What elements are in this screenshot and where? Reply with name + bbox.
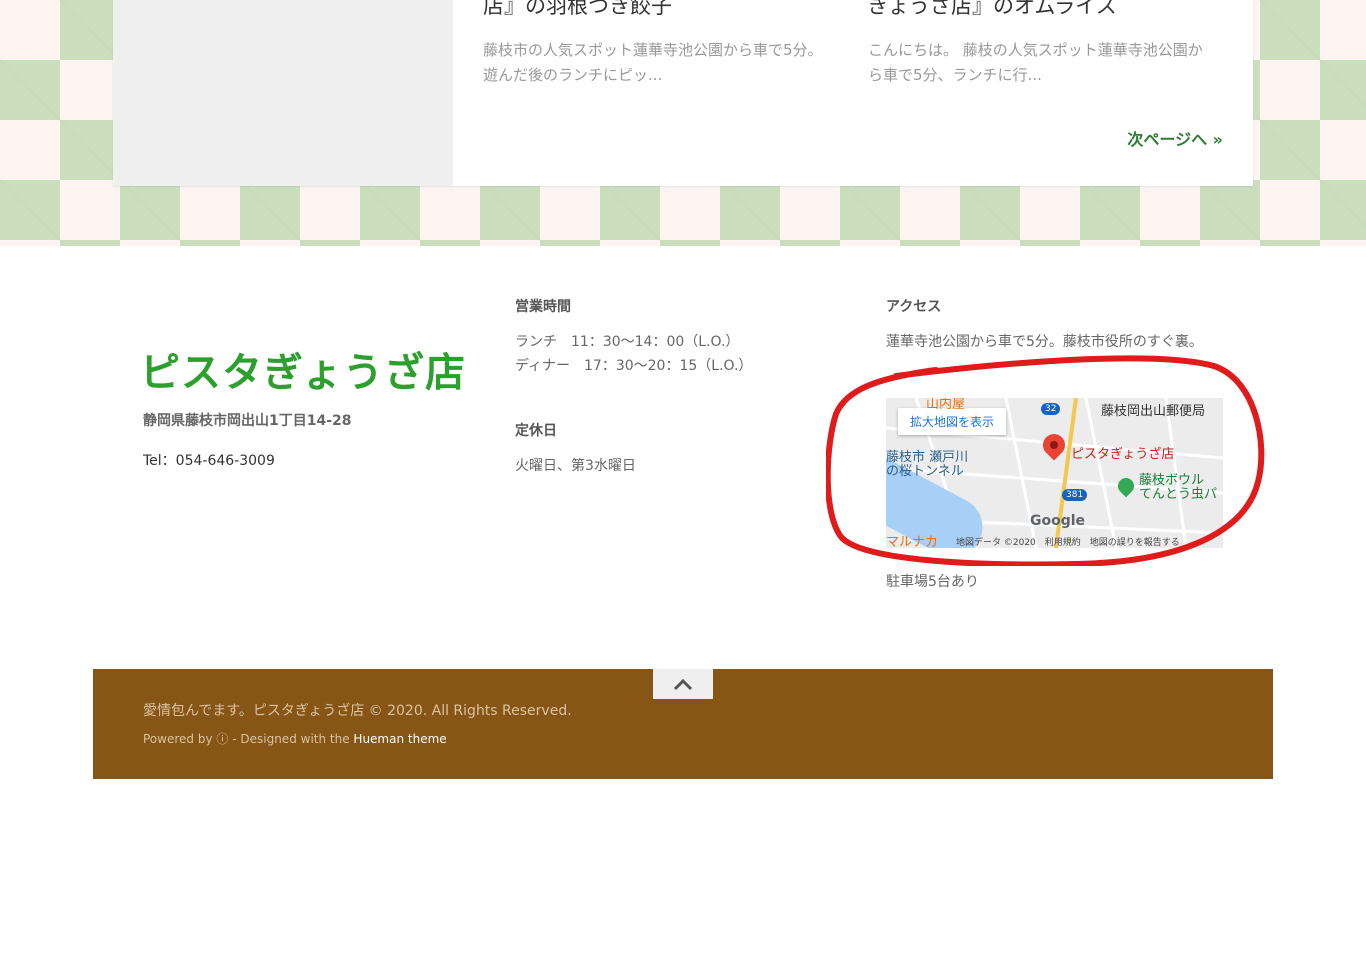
post-excerpt: 藤枝市の人気スポット蓮華寺池公園から車で5分。遊んだ後のランチにピッ... [483,41,823,84]
address: 静岡県藤枝市岡出山1丁目14-28 [143,413,352,429]
access-heading: アクセス [886,299,942,315]
wordpress-icon[interactable]: ⓘ [216,732,228,746]
post-title[interactable]: 店』の羽根つき餃子 [483,0,672,20]
chevron-up-icon [673,678,693,691]
embedded-map[interactable]: 拡大地図を表示 山内屋 32 藤枝岡出山郵便局 ピスタぎょうざ店 藤枝市 瀬戸川… [886,398,1223,548]
closed-heading: 定休日 [515,423,557,439]
post-thumbnail[interactable] [113,0,453,186]
theme-link[interactable]: Hueman theme [353,732,446,746]
powered-prefix: Powered by [143,732,213,746]
pin-center [1050,441,1058,449]
designed-with: - Designed with the [232,732,350,746]
access-widget: アクセス 蓮華寺池公園から車で5分。藤枝市役所のすぐ裏。 [886,296,1206,354]
google-logo: Google [1030,513,1086,529]
dinner-hours: ディナー 17：30〜20：15（L.O.） [515,358,753,374]
store-map-label: ピスタぎょうざ店 [1071,447,1175,462]
hours-widget: 営業時間 ランチ 11：30〜14：00（L.O.） ディナー 17：30〜20… [515,296,752,478]
next-page-link[interactable]: 次ページへ » [1127,126,1223,150]
map-attribution[interactable]: 地図データ ©2020 利用規約 地図の誤りを報告する [956,535,1180,548]
related-posts-card: 店』の羽根つき餃子 藤枝市の人気スポット蓮華寺池公園から車で5分。遊んだ後のラン… [113,0,1253,186]
post-title[interactable]: ぎょうざ店』のオムライス [868,0,1117,20]
post-office-label: 藤枝岡出山郵便局 [1101,404,1206,419]
tunnel-label: 藤枝市 瀬戸川 の桜トンネル [886,450,969,479]
copyright: 愛情包んでます。ピスタぎょうざ店 © 2020. All Rights Rese… [143,703,572,719]
map-top-label: 山内屋 [926,398,966,412]
lunch-hours: ランチ 11：30〜14：00（L.O.） [515,334,740,350]
site-logo[interactable]: ピスタぎょうざ店 [140,340,466,398]
road-32-badge: 32 [1041,403,1061,415]
closed-days: 火曜日、第3水曜日 [515,458,636,474]
bottom-left-label: マルナカ [886,535,939,548]
post-excerpt: こんにちは。 藤枝の人気スポット蓮華寺池公園から車で5分、ランチに行... [868,41,1203,84]
parking-info: 駐車場5台あり [886,574,979,590]
hours-heading: 営業時間 [515,299,571,315]
phone-number: Tel：054-646-3009 [143,453,275,469]
bowl-label: 藤枝ボウル てんとう虫パ [1139,473,1218,502]
access-text: 蓮華寺池公園から車で5分。藤枝市役所のすぐ裏。 [886,334,1203,350]
enlarge-map-button[interactable]: 拡大地図を表示 [898,408,1007,435]
powered-by: Powered by ⓘ - Designed with the Hueman … [143,730,447,747]
road-381-badge: 381 [1062,489,1088,501]
back-to-top-button[interactable] [653,669,713,699]
